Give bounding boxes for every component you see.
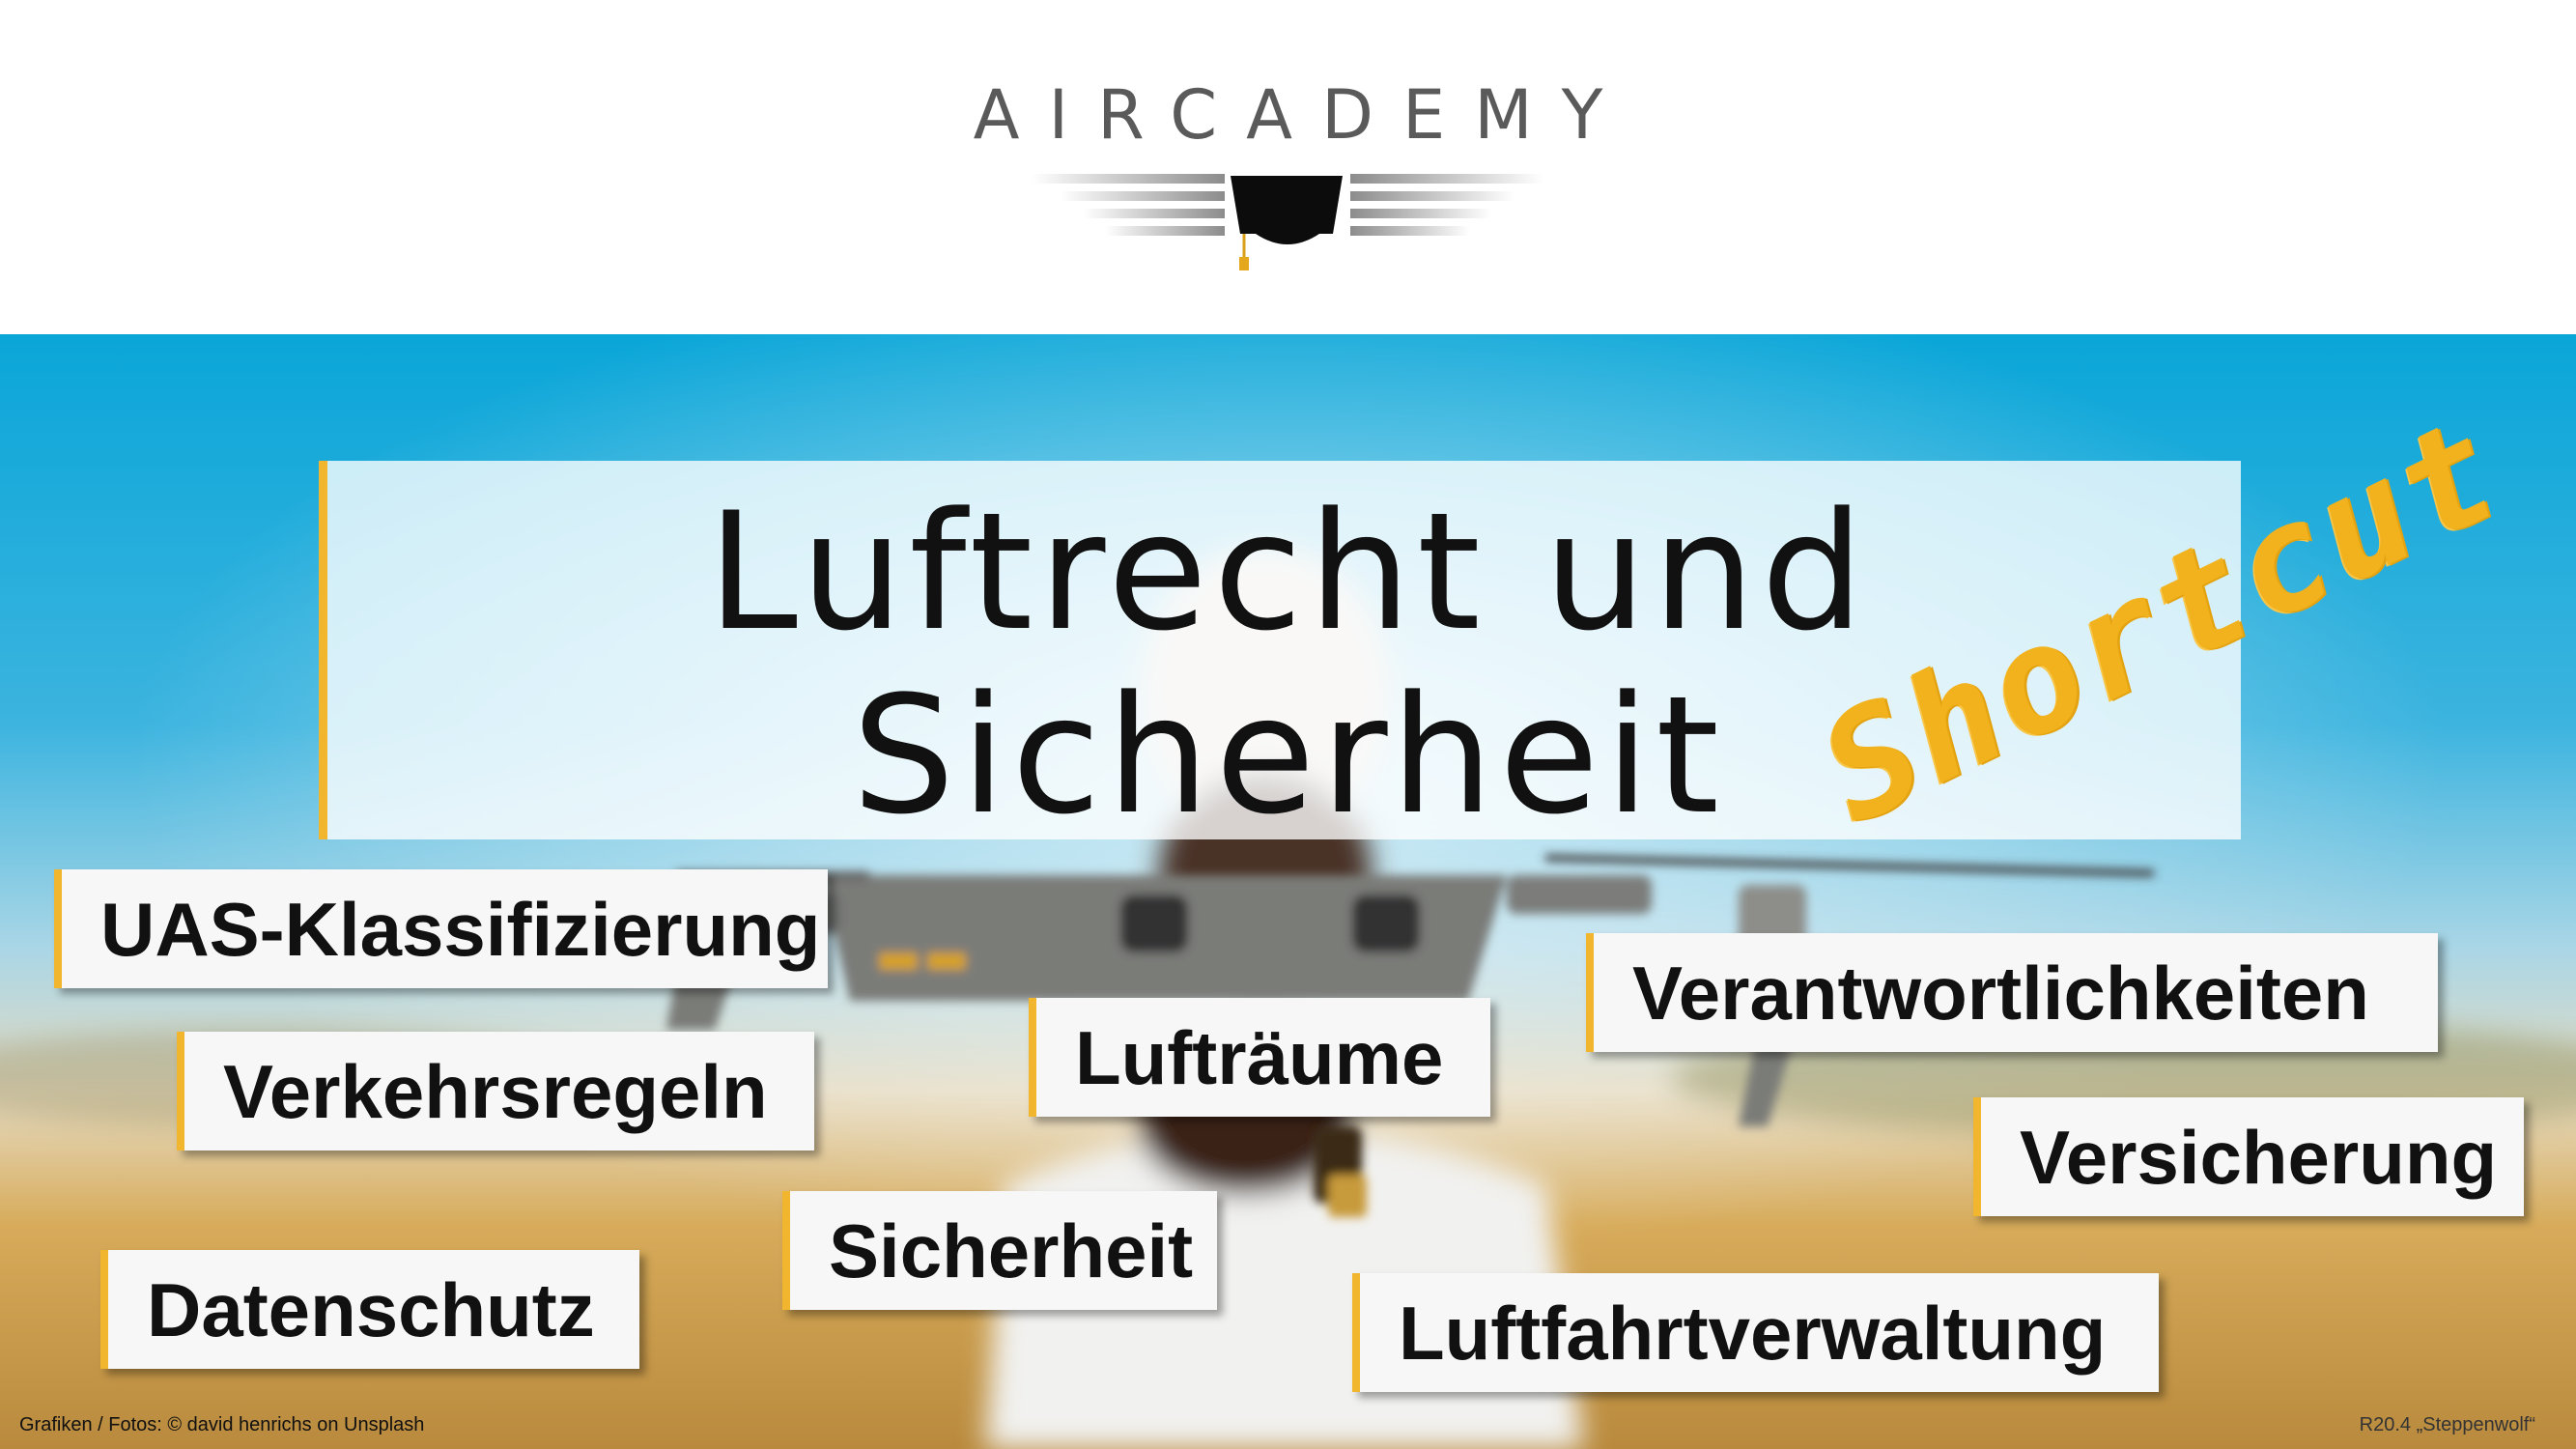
topic-label: UAS-Klassifizierung [100, 886, 821, 972]
topic-sicherheit[interactable]: Sicherheit [782, 1191, 1217, 1310]
topic-luftraeume[interactable]: Lufträume [1029, 998, 1490, 1117]
mortarboard-wings-icon [1032, 174, 1543, 270]
topic-uas-klassifizierung[interactable]: UAS-Klassifizierung [54, 869, 828, 988]
topic-label: Verkehrsregeln [223, 1048, 768, 1134]
topic-luftfahrtverwaltung[interactable]: Luftfahrtverwaltung [1352, 1273, 2159, 1392]
topic-label: Datenschutz [147, 1266, 595, 1352]
topic-verkehrsregeln[interactable]: Verkehrsregeln [177, 1032, 814, 1151]
brand-name: AIRCADEMY [973, 75, 1632, 155]
topic-label: Lufträume [1075, 1014, 1444, 1100]
version-label: R20.4 „Steppenwolf“ [2359, 1414, 2535, 1435]
topic-label: Verantwortlichkeiten [1632, 950, 2369, 1036]
topic-versicherung[interactable]: Versicherung [1973, 1097, 2524, 1216]
header: AIRCADEMY [0, 0, 2576, 334]
topic-label: Versicherung [2020, 1114, 2498, 1200]
topic-label: Sicherheit [829, 1208, 1194, 1293]
topic-verantwortlichkeiten[interactable]: Verantwortlichkeiten [1586, 933, 2438, 1052]
topic-label: Luftfahrtverwaltung [1399, 1290, 2107, 1376]
photo-credit: Grafiken / Fotos: © david henrichs on Un… [19, 1414, 425, 1435]
topic-datenschutz[interactable]: Datenschutz [100, 1250, 639, 1369]
